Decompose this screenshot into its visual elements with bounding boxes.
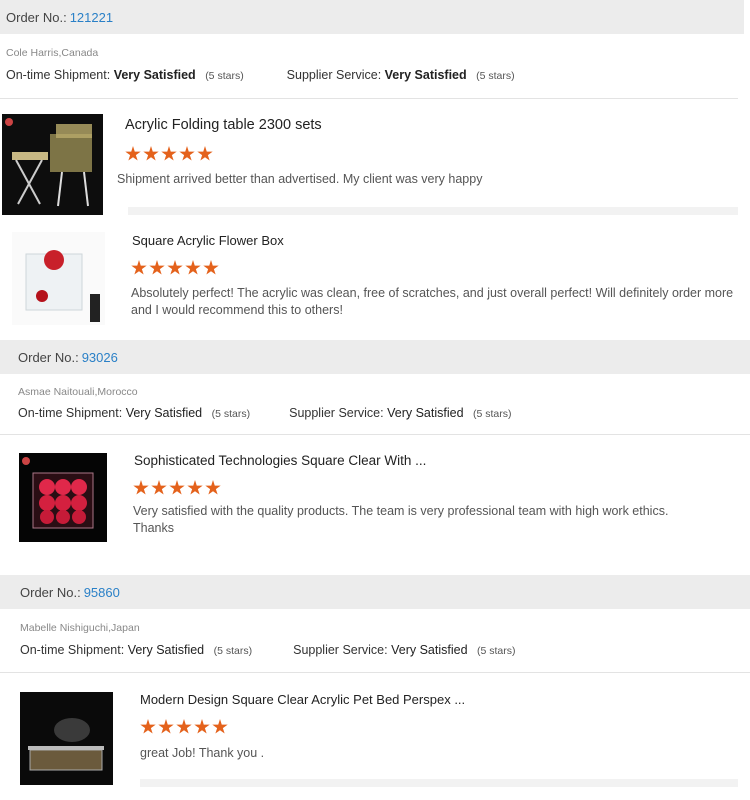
- service-value: Very Satisfied: [391, 643, 468, 657]
- order-number-link[interactable]: 93026: [82, 350, 118, 365]
- shipment-value: Very Satisfied: [125, 406, 203, 420]
- product-thumbnail[interactable]: [2, 114, 103, 215]
- buyer-name: Mabelle Nishiguchi,Japan: [20, 622, 140, 634]
- service-label: Supplier Service:: [293, 643, 388, 657]
- star-icon: [187, 480, 203, 495]
- product-thumbnail[interactable]: [19, 453, 107, 542]
- service-value: Very Satisfied: [387, 406, 464, 420]
- order-ratings: On-time Shipment: Very Satisfied (5 star…: [20, 643, 516, 657]
- divider: [140, 779, 738, 787]
- star-rating: [133, 480, 221, 496]
- order-label: Order No.:: [20, 584, 81, 600]
- star-icon: [143, 146, 159, 161]
- star-icon: [140, 719, 156, 734]
- star-rating: [125, 146, 213, 162]
- buyer-name: Asmae Naitouali,Morocco: [18, 386, 138, 398]
- star-icon: [161, 146, 177, 161]
- service-stars: (5 stars): [476, 70, 515, 82]
- divider: [0, 434, 750, 435]
- buyer-name: Cole Harris,Canada: [6, 47, 99, 59]
- star-icon: [179, 146, 195, 161]
- shipment-value: Very Satisfied: [127, 643, 205, 657]
- order-header: Order No.: 121221: [0, 0, 744, 34]
- product-thumbnail[interactable]: [20, 692, 113, 785]
- divider: [0, 98, 738, 99]
- shipment-stars: (5 stars): [211, 408, 251, 420]
- star-icon: [125, 146, 141, 161]
- order-ratings: On-time Shipment: Very Satisfied (5 star…: [6, 68, 515, 82]
- order-header: Order No.: 93026: [0, 340, 750, 374]
- order-ratings: On-time Shipment: Very Satisfied (5 star…: [18, 406, 512, 420]
- divider: [0, 672, 750, 673]
- service-value: Very Satisfied: [384, 68, 467, 82]
- star-icon: [185, 260, 201, 275]
- product-title[interactable]: Square Acrylic Flower Box: [132, 233, 284, 248]
- shipment-stars: (5 stars): [213, 645, 253, 657]
- product-title[interactable]: Acrylic Folding table 2300 sets: [125, 117, 322, 133]
- folding-table-image: [2, 114, 103, 215]
- star-icon: [133, 480, 149, 495]
- star-icon: [203, 260, 219, 275]
- order-header: Order No.: 95860: [0, 575, 750, 609]
- order-number-link[interactable]: 121221: [70, 10, 113, 25]
- star-rating: [131, 260, 219, 276]
- shipment-label: On-time Shipment:: [18, 406, 123, 420]
- review-comment: great Job! Thank you .: [140, 746, 265, 760]
- star-icon: [151, 480, 167, 495]
- star-icon: [158, 719, 174, 734]
- flower-box-image: [12, 232, 105, 325]
- star-rating: [140, 719, 228, 735]
- pet-bed-image: [20, 692, 113, 785]
- shipment-value: Very Satisfied: [113, 68, 196, 82]
- star-icon: [205, 480, 221, 495]
- product-title[interactable]: Sophisticated Technologies Square Clear …: [134, 453, 426, 468]
- service-stars: (5 stars): [477, 645, 516, 657]
- service-label: Supplier Service:: [286, 68, 382, 82]
- divider: [128, 207, 738, 215]
- star-icon: [131, 260, 147, 275]
- star-icon: [176, 719, 192, 734]
- service-label: Supplier Service:: [289, 406, 384, 420]
- star-icon: [169, 480, 185, 495]
- shipment-label: On-time Shipment:: [20, 643, 125, 657]
- service-stars: (5 stars): [473, 408, 512, 420]
- star-icon: [212, 719, 228, 734]
- shipment-stars: (5 stars): [205, 70, 244, 82]
- star-icon: [197, 146, 213, 161]
- review-comment: Very satisfied with the quality products…: [133, 504, 669, 535]
- review-comment: Absolutely perfect! The acrylic was clea…: [131, 286, 734, 317]
- order-number-link[interactable]: 95860: [84, 585, 120, 600]
- shipment-label: On-time Shipment:: [6, 68, 111, 82]
- product-title[interactable]: Modern Design Square Clear Acrylic Pet B…: [140, 692, 465, 707]
- rose-box-image: [19, 453, 107, 542]
- product-thumbnail[interactable]: [12, 232, 105, 325]
- star-icon: [149, 260, 165, 275]
- review-comment: Shipment arrived better than advertised.…: [117, 172, 483, 186]
- order-label: Order No.:: [6, 9, 67, 25]
- star-icon: [194, 719, 210, 734]
- order-label: Order No.:: [18, 349, 79, 365]
- star-icon: [167, 260, 183, 275]
